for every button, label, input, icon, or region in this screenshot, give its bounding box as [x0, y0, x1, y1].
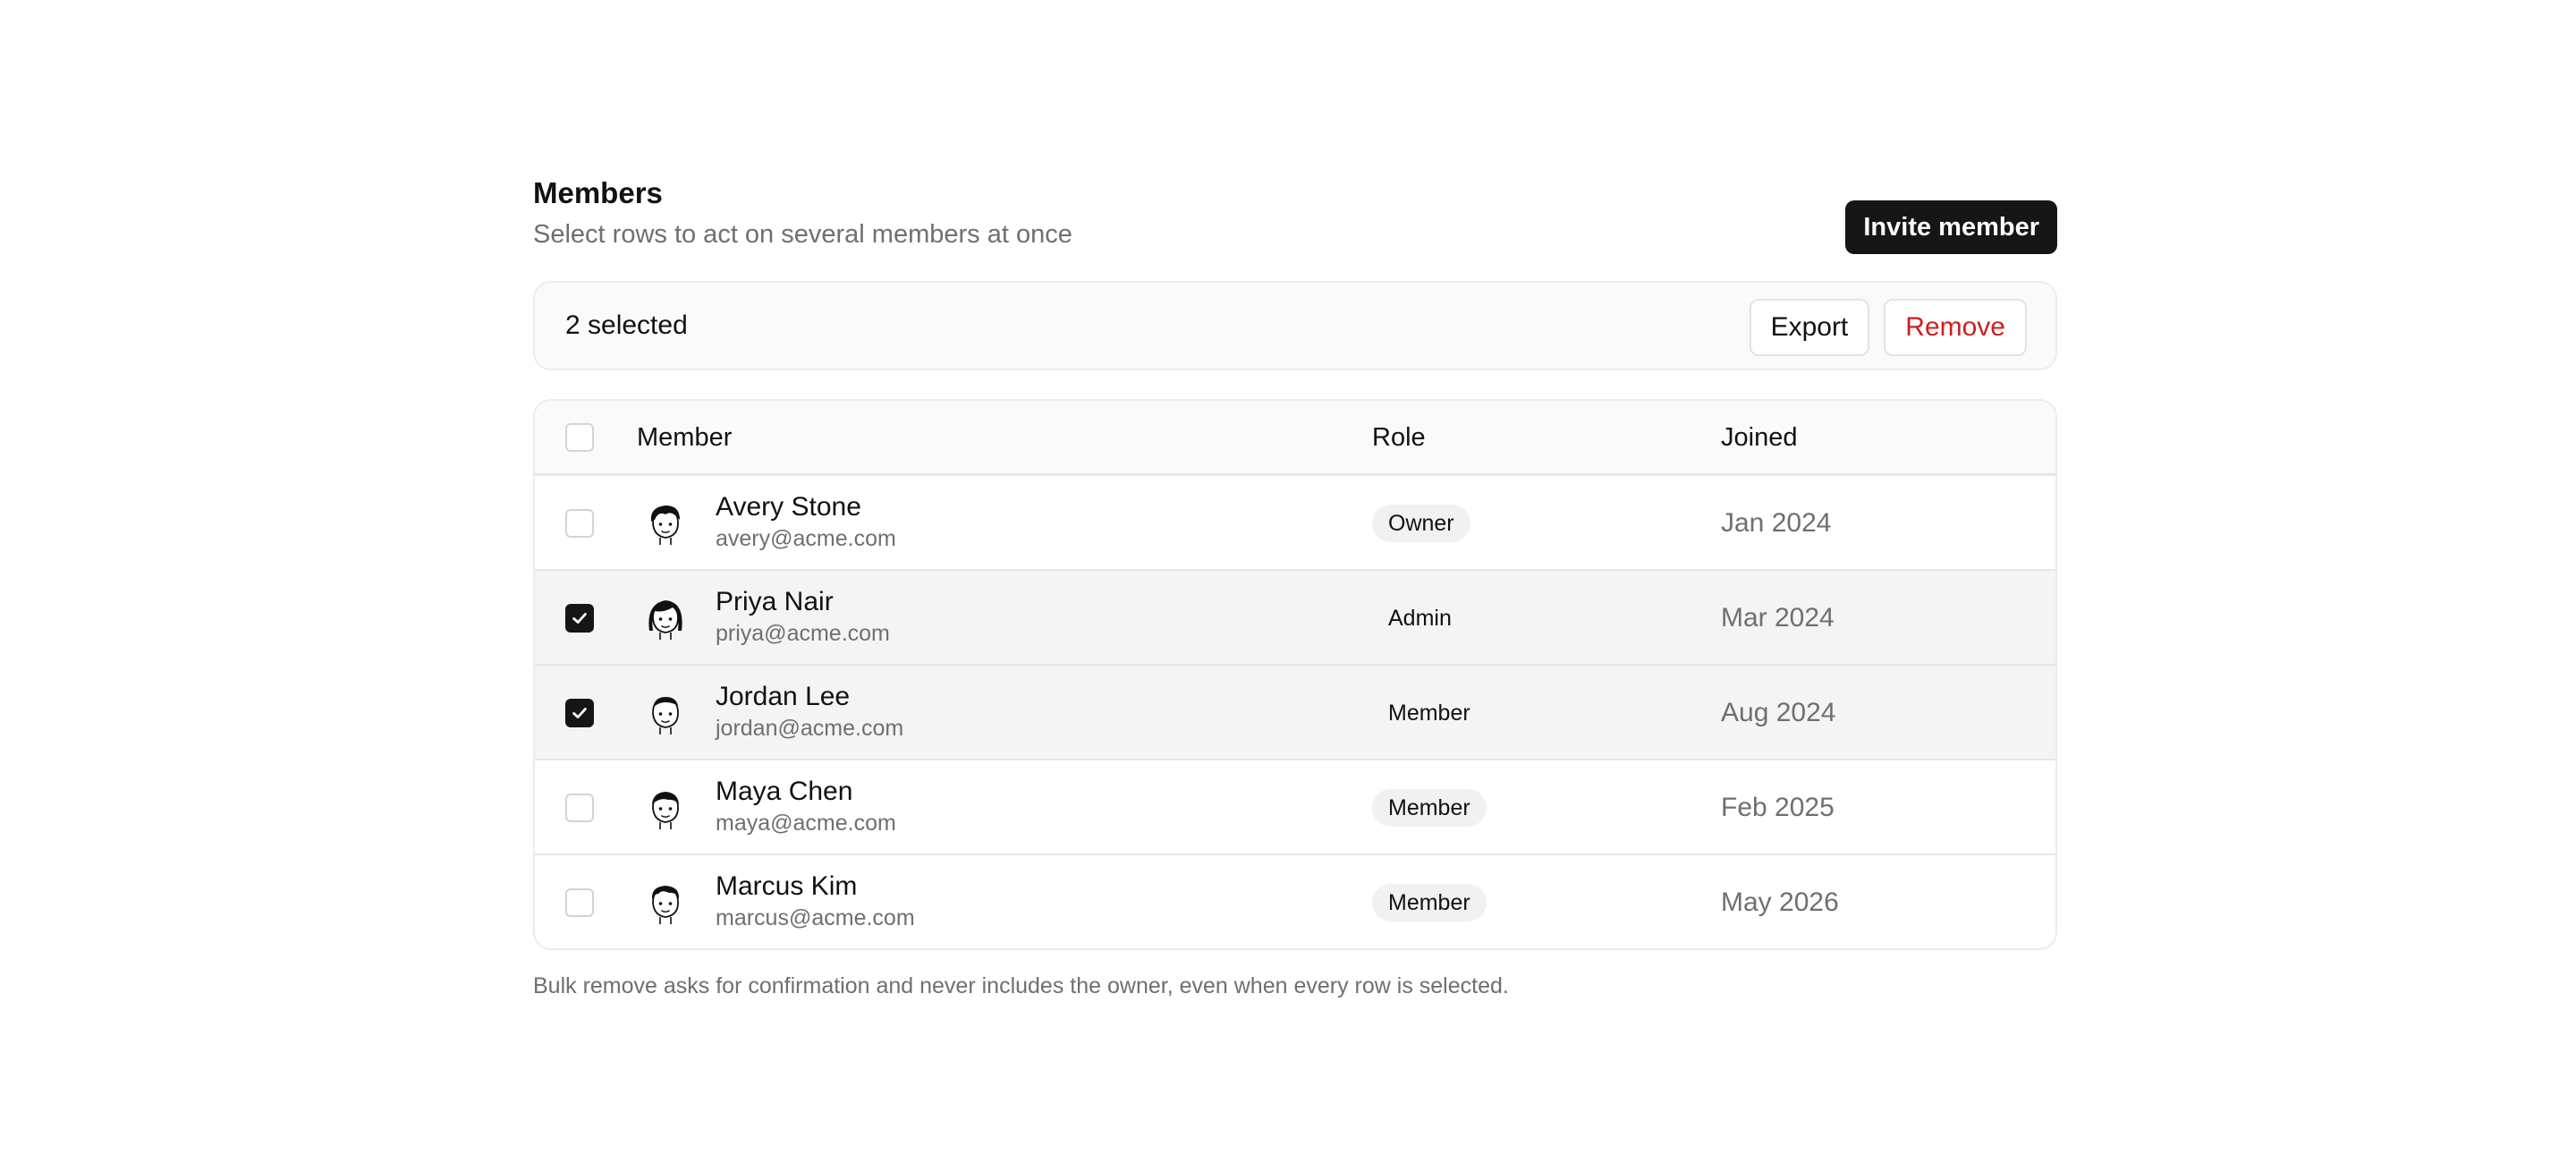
column-header-joined: Joined: [1721, 423, 1798, 452]
member-email: avery@acme.com: [716, 526, 896, 551]
remove-button[interactable]: Remove: [1884, 299, 2027, 356]
avatar-illustration-icon: [639, 497, 692, 550]
members-panel: Members Select rows to act on several me…: [533, 175, 2057, 1000]
table-header-row: Member Role Joined: [535, 401, 2055, 474]
export-button[interactable]: Export: [1749, 299, 1870, 356]
column-header-role: Role: [1372, 423, 1426, 452]
member-email: priya@acme.com: [716, 621, 890, 646]
page-subtitle: Select rows to act on several members at…: [533, 220, 1072, 249]
row-checkbox[interactable]: [565, 604, 594, 633]
joined-date: Jan 2024: [1721, 508, 1832, 538]
table-row[interactable]: Priya Nair priya@acme.com Admin Mar 2024: [535, 569, 2055, 664]
joined-date: Aug 2024: [1721, 698, 1836, 727]
member-email: maya@acme.com: [716, 811, 896, 836]
member-name: Jordan Lee: [716, 682, 851, 711]
joined-date: Mar 2024: [1721, 603, 1835, 633]
row-checkbox[interactable]: [565, 888, 594, 917]
member-name: Priya Nair: [716, 587, 834, 616]
table-row[interactable]: Avery Stone avery@acme.com Owner Jan 2024: [535, 474, 2055, 569]
invite-member-button[interactable]: Invite member: [1845, 200, 2057, 254]
bulk-actions: Export Remove: [1749, 299, 2027, 356]
member-email: jordan@acme.com: [716, 716, 904, 741]
avatar-illustration-icon: [639, 876, 692, 930]
bulk-action-bar: 2 selected Export Remove: [533, 281, 2057, 370]
page-title: Members: [533, 176, 663, 209]
row-checkbox[interactable]: [565, 794, 594, 822]
table-row[interactable]: Jordan Lee jordan@acme.com Member Aug 2024: [535, 664, 2055, 759]
table-row[interactable]: Maya Chen maya@acme.com Member Feb 2025: [535, 759, 2055, 854]
member-name: Avery Stone: [716, 492, 861, 522]
role-badge: Member: [1388, 701, 1470, 726]
role-badge: Member: [1372, 884, 1487, 921]
column-header-member: Member: [637, 423, 733, 452]
role-badge: Owner: [1372, 505, 1470, 542]
role-badge: Admin: [1388, 606, 1452, 631]
joined-date: May 2026: [1721, 887, 1839, 917]
table-body: Avery Stone avery@acme.com Owner Jan 2024 Pr…: [535, 474, 2055, 948]
avatar-illustration-icon: [639, 686, 692, 740]
selected-count: 2 selected: [565, 310, 688, 340]
row-checkbox[interactable]: [565, 699, 594, 727]
member-email: marcus@acme.com: [716, 905, 915, 930]
member-name: Marcus Kim: [716, 871, 858, 901]
avatar-illustration-icon: [639, 781, 692, 835]
joined-date: Feb 2025: [1721, 793, 1835, 822]
row-checkbox[interactable]: [565, 509, 594, 538]
footnote: Bulk remove asks for confirmation and ne…: [533, 973, 1509, 998]
role-badge: Member: [1372, 789, 1487, 827]
select-all-checkbox[interactable]: [565, 423, 594, 452]
members-header: Members Select rows to act on several me…: [533, 175, 2057, 259]
avatar-illustration-icon: [639, 591, 692, 645]
member-name: Maya Chen: [716, 777, 853, 806]
table-row[interactable]: Marcus Kim marcus@acme.com Member May 2026: [535, 854, 2055, 948]
members-table: Member Role Joined Avery Stone avery@acme…: [533, 399, 2057, 950]
